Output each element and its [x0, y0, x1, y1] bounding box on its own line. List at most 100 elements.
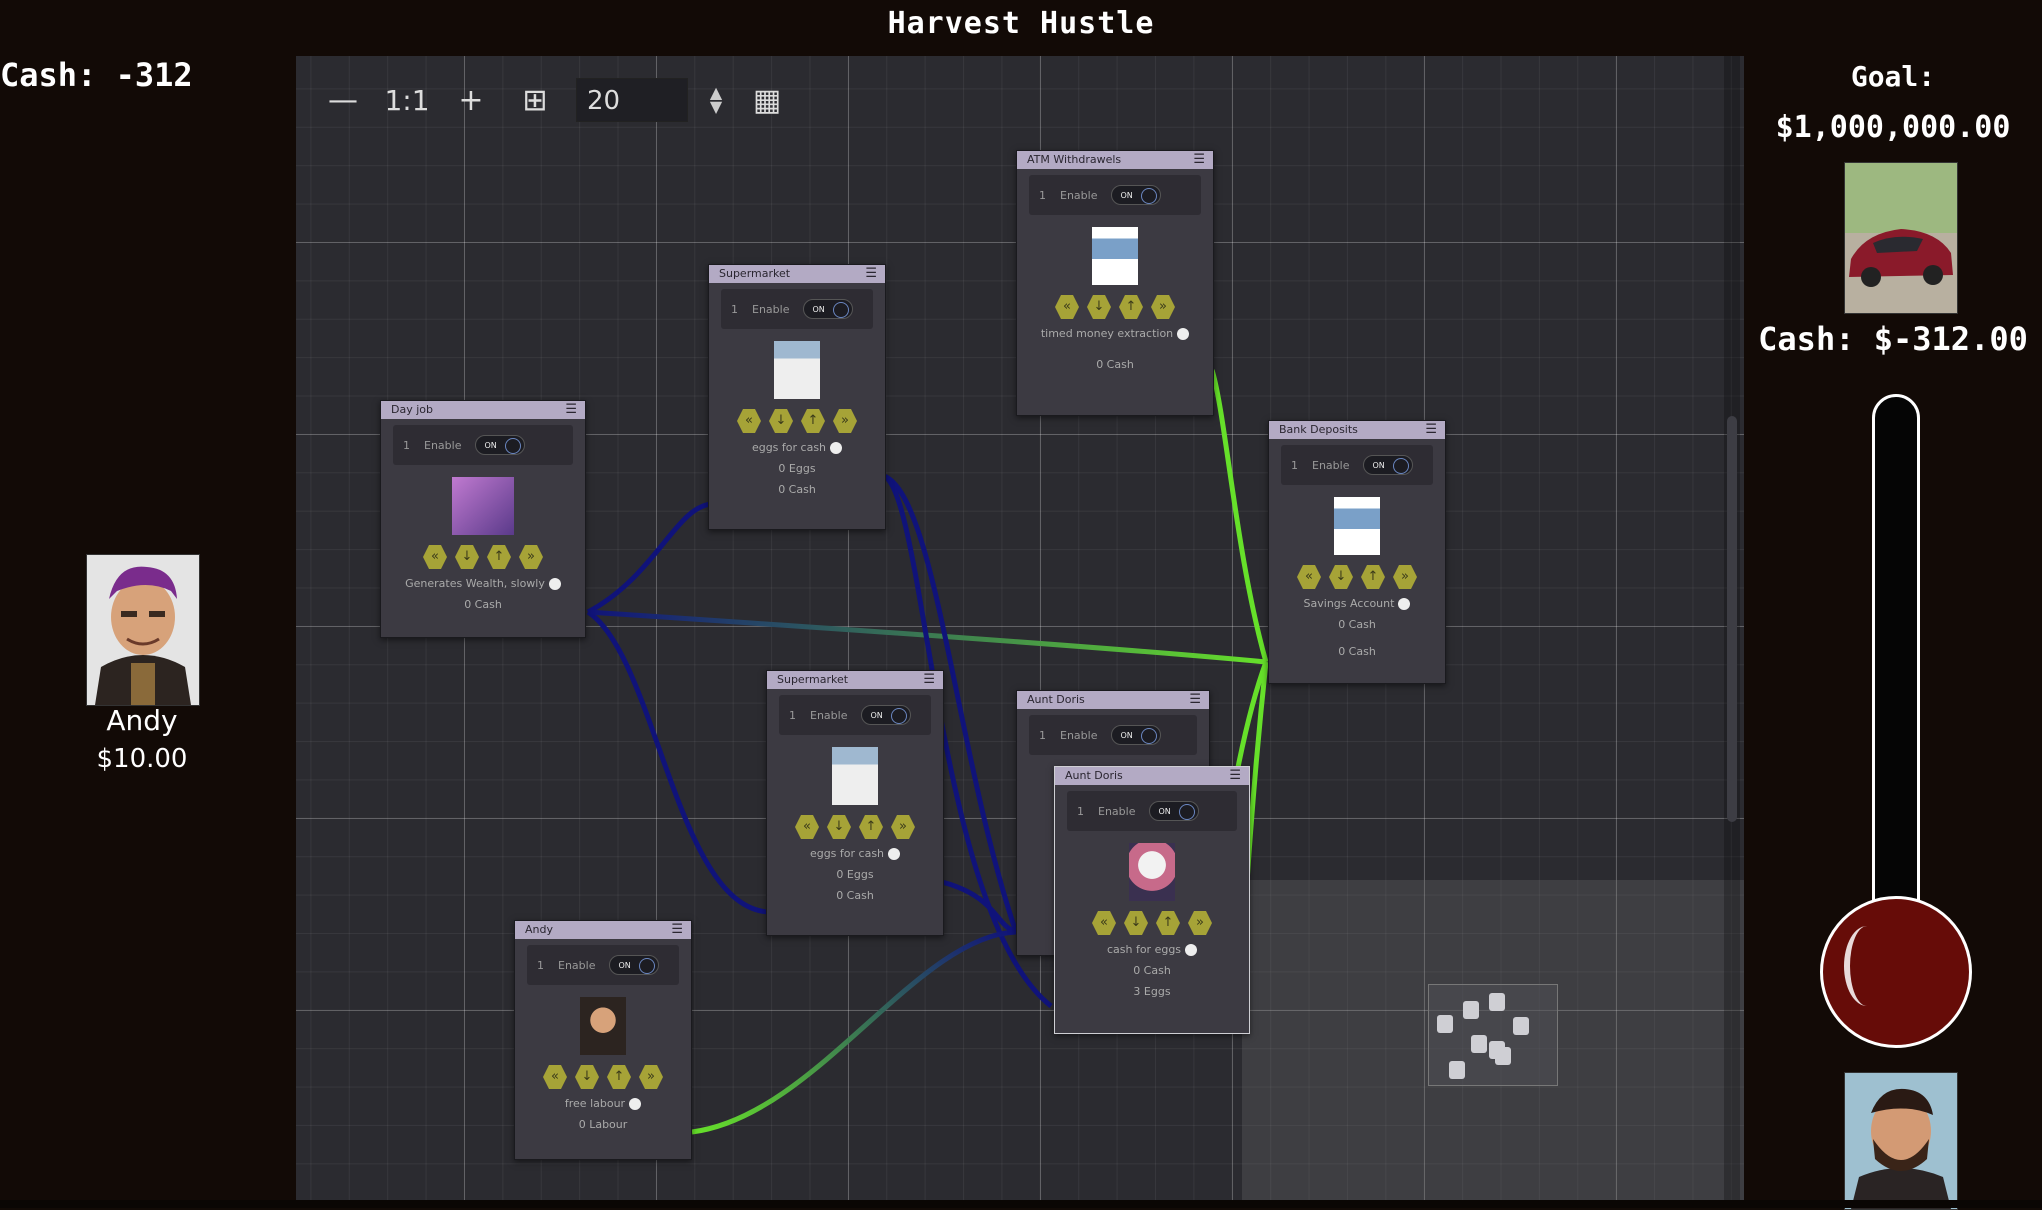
- node-title[interactable]: Supermarket ☰: [767, 671, 943, 689]
- node-title[interactable]: ATM Withdrawels ☰: [1017, 151, 1213, 169]
- enable-label: Enable: [1060, 188, 1098, 202]
- up-icon[interactable]: ↑: [487, 545, 511, 569]
- enable-count: 1: [789, 708, 796, 722]
- node-title-text: Day job: [391, 403, 433, 416]
- info-icon[interactable]: [1398, 598, 1411, 610]
- snap-distance-input[interactable]: 20: [576, 78, 688, 122]
- node-supermarket-1[interactable]: Supermarket ☰ 1 Enable ON « ↓ ↑ » eggs for c…: [708, 264, 886, 530]
- node-title[interactable]: Andy ☰: [515, 921, 691, 939]
- node-bank-deposits[interactable]: Bank Deposits ☰ 1 Enable ON « ↓ ↑ » Savings …: [1268, 420, 1446, 684]
- minimap-node: [1471, 1035, 1487, 1053]
- down-icon[interactable]: ↓: [1329, 565, 1353, 589]
- menu-icon[interactable]: ☰: [671, 921, 683, 939]
- node-title[interactable]: Aunt Doris ☰: [1017, 691, 1209, 709]
- forward-icon[interactable]: »: [1151, 295, 1175, 319]
- rewind-icon[interactable]: «: [1055, 295, 1079, 319]
- info-icon[interactable]: [548, 578, 561, 590]
- player-avatar[interactable]: [1844, 1072, 1958, 1210]
- rewind-icon[interactable]: «: [737, 409, 761, 433]
- window-bottom-frame: [0, 1200, 2042, 1208]
- zoom-out-button[interactable]: —: [320, 77, 366, 123]
- rewind-icon[interactable]: «: [423, 545, 447, 569]
- down-icon[interactable]: ↓: [1124, 911, 1148, 935]
- node-day-job[interactable]: Day job ☰ 1 Enable ON « ↓ ↑ » Generates Weal…: [380, 400, 586, 638]
- enable-toggle[interactable]: ON: [803, 299, 854, 319]
- down-icon[interactable]: ↓: [827, 815, 851, 839]
- menu-icon[interactable]: ☰: [865, 265, 877, 283]
- node-description: Generates Wealth, slowly: [381, 577, 585, 590]
- menu-icon[interactable]: ☰: [1189, 691, 1201, 709]
- enable-count: 1: [403, 438, 410, 452]
- node-title[interactable]: Supermarket ☰: [709, 265, 885, 283]
- node-title[interactable]: Bank Deposits ☰: [1269, 421, 1445, 439]
- down-icon[interactable]: ↓: [455, 545, 479, 569]
- enable-toggle[interactable]: ON: [1363, 455, 1414, 475]
- rewind-icon[interactable]: «: [543, 1065, 567, 1089]
- node-description: eggs for cash: [767, 847, 943, 860]
- menu-icon[interactable]: ☰: [923, 671, 935, 689]
- forward-icon[interactable]: »: [1188, 911, 1212, 935]
- enable-count: 1: [731, 302, 738, 316]
- enable-toggle[interactable]: ON: [861, 705, 912, 725]
- wire-atm-bank: [1209, 369, 1269, 663]
- wire-andy-doris: [691, 929, 1017, 1135]
- node-graph-canvas[interactable]: — 1:1 + ⊞ 20 ▲ ▼ ▦ Day job ☰ 1 Enable ON «…: [296, 56, 1744, 1200]
- down-icon[interactable]: ↓: [1087, 295, 1111, 319]
- minimap-node: [1463, 1001, 1479, 1019]
- menu-icon[interactable]: ☰: [1425, 421, 1437, 439]
- rewind-icon[interactable]: «: [1297, 565, 1321, 589]
- minimap-toggle-icon[interactable]: ▦: [744, 77, 790, 123]
- enable-toggle[interactable]: ON: [1111, 725, 1162, 745]
- node-aunt-doris[interactable]: Aunt Doris ☰ 1 Enable ON « ↓ ↑ » cash for eg…: [1054, 766, 1250, 1034]
- snap-stepper[interactable]: ▲ ▼: [706, 85, 726, 115]
- minimap-node: [1489, 993, 1505, 1011]
- up-icon[interactable]: ↑: [1156, 911, 1180, 935]
- scrollbar-thumb[interactable]: [1727, 416, 1737, 822]
- info-icon[interactable]: [1177, 328, 1190, 340]
- snap-grid-icon[interactable]: ⊞: [512, 77, 558, 123]
- zoom-reset-button[interactable]: 1:1: [384, 77, 430, 123]
- node-supermarket-2[interactable]: Supermarket ☰ 1 Enable ON « ↓ ↑ » eggs for c…: [766, 670, 944, 936]
- enable-row: 1 Enable ON: [393, 425, 573, 465]
- node-andy[interactable]: Andy ☰ 1 Enable ON « ↓ ↑ » free labour 0 Lab…: [514, 920, 692, 1160]
- node-title-text: ATM Withdrawels: [1027, 153, 1122, 166]
- up-icon[interactable]: ↑: [859, 815, 883, 839]
- minimap[interactable]: [1428, 984, 1558, 1086]
- enable-row: 1 Enable ON: [1067, 791, 1237, 831]
- down-icon[interactable]: ↓: [769, 409, 793, 433]
- menu-icon[interactable]: ☰: [565, 401, 577, 419]
- node-title[interactable]: Aunt Doris ☰: [1055, 767, 1249, 785]
- up-icon[interactable]: ↑: [1361, 565, 1385, 589]
- info-icon[interactable]: [629, 1098, 642, 1110]
- forward-icon[interactable]: »: [833, 409, 857, 433]
- node-stat: 0 Cash: [778, 483, 816, 496]
- node-description: eggs for cash: [709, 441, 885, 454]
- info-icon[interactable]: [888, 848, 901, 860]
- down-icon[interactable]: ↓: [575, 1065, 599, 1089]
- goal-value: $1,000,000.00: [1775, 110, 2011, 145]
- up-icon[interactable]: ↑: [607, 1065, 631, 1089]
- andy-avatar[interactable]: [86, 554, 200, 706]
- enable-toggle[interactable]: ON: [609, 955, 660, 975]
- rewind-icon[interactable]: «: [1092, 911, 1116, 935]
- info-icon[interactable]: [1185, 944, 1198, 956]
- menu-icon[interactable]: ☰: [1229, 767, 1241, 785]
- forward-icon[interactable]: »: [1393, 565, 1417, 589]
- node-title[interactable]: Day job ☰: [381, 401, 585, 419]
- info-icon[interactable]: [830, 442, 843, 454]
- enable-toggle[interactable]: ON: [475, 435, 526, 455]
- node-atm-withdrawels[interactable]: ATM Withdrawels ☰ 1 Enable ON « ↓ ↑ » timed …: [1016, 150, 1214, 416]
- forward-icon[interactable]: »: [639, 1065, 663, 1089]
- enable-row: 1 Enable ON: [1029, 175, 1201, 215]
- up-icon[interactable]: ↑: [801, 409, 825, 433]
- forward-icon[interactable]: »: [519, 545, 543, 569]
- forward-icon[interactable]: »: [891, 815, 915, 839]
- goal-label: Goal:: [1850, 60, 1936, 93]
- rewind-icon[interactable]: «: [795, 815, 819, 839]
- enable-toggle[interactable]: ON: [1111, 185, 1162, 205]
- enable-toggle[interactable]: ON: [1149, 801, 1200, 821]
- menu-icon[interactable]: ☰: [1193, 151, 1205, 169]
- node-stat: 0 Eggs: [778, 462, 816, 475]
- up-icon[interactable]: ↑: [1119, 295, 1143, 319]
- zoom-in-button[interactable]: +: [448, 77, 494, 123]
